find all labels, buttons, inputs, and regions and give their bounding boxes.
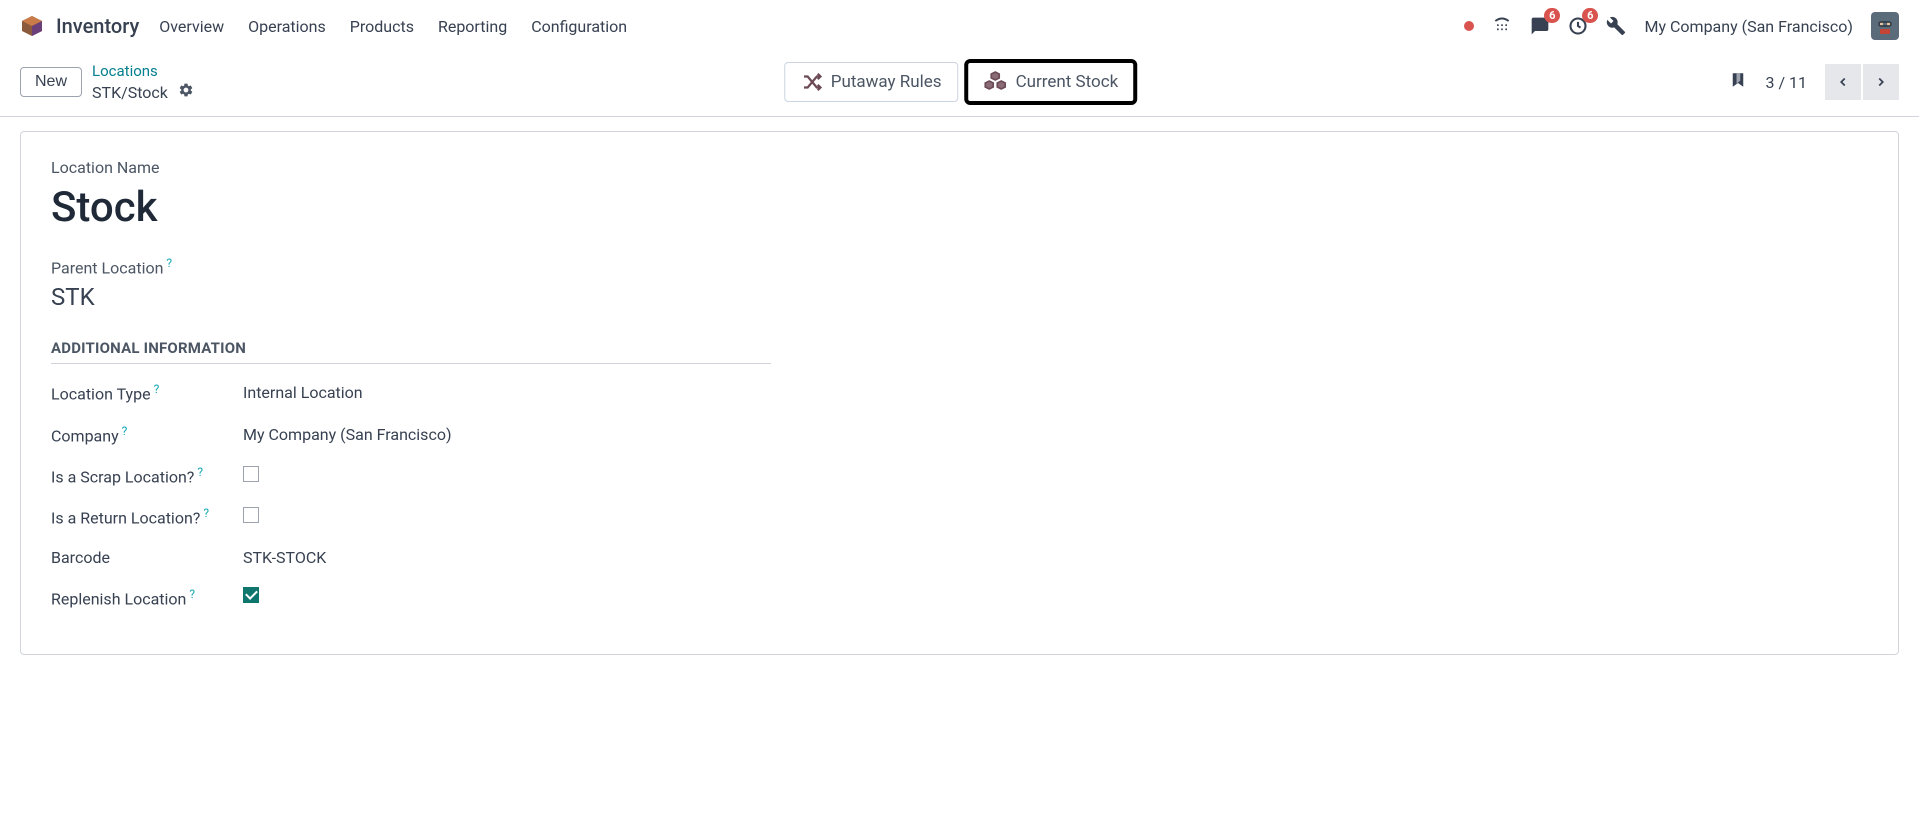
nav-item-configuration[interactable]: Configuration	[531, 17, 627, 36]
app-title[interactable]: Inventory	[56, 14, 139, 38]
location-type-value[interactable]: Internal Location	[243, 383, 363, 402]
help-icon[interactable]: ?	[154, 382, 160, 396]
apps-icon[interactable]	[1492, 16, 1512, 36]
tools-icon[interactable]	[1606, 16, 1626, 36]
help-icon[interactable]: ?	[203, 506, 209, 520]
return-location-checkbox[interactable]	[243, 507, 259, 523]
putaway-rules-label: Putaway Rules	[831, 72, 942, 92]
top-nav: Inventory Overview Operations Products R…	[0, 0, 1919, 52]
messages-icon[interactable]: 6	[1530, 16, 1550, 36]
putaway-rules-button[interactable]: Putaway Rules	[784, 62, 959, 102]
pager-prev-button[interactable]	[1825, 64, 1861, 100]
pager-text[interactable]: 3 / 11	[1765, 73, 1807, 92]
pager-next-button[interactable]	[1863, 64, 1899, 100]
parent-location-value[interactable]: STK	[51, 283, 1868, 311]
company-label: Company?	[51, 424, 243, 445]
chevron-right-icon	[1874, 75, 1888, 89]
breadcrumb-parent[interactable]: Locations	[92, 62, 194, 80]
scrap-location-label: Is a Scrap Location??	[51, 465, 243, 486]
company-selector[interactable]: My Company (San Francisco)	[1644, 17, 1853, 36]
nav-item-overview[interactable]: Overview	[159, 17, 224, 36]
current-stock-button[interactable]: Current Stock	[967, 61, 1136, 103]
right-controls: 3 / 11	[1729, 64, 1899, 100]
new-button[interactable]: New	[20, 67, 82, 97]
current-stock-label: Current Stock	[1016, 72, 1119, 92]
help-icon[interactable]: ?	[122, 424, 128, 438]
shuffle-icon	[801, 71, 823, 93]
nav-item-products[interactable]: Products	[350, 17, 414, 36]
nav-menu: Overview Operations Products Reporting C…	[159, 17, 627, 36]
breadcrumb-current: STK/Stock	[92, 83, 168, 102]
help-icon[interactable]: ?	[197, 465, 203, 479]
activities-icon[interactable]: 6	[1568, 16, 1588, 36]
app-logo-icon	[20, 14, 44, 38]
replenish-location-checkbox[interactable]	[243, 587, 259, 603]
nav-item-operations[interactable]: Operations	[248, 17, 326, 36]
help-icon[interactable]: ?	[166, 256, 172, 270]
section-additional-info: ADDITIONAL INFORMATION	[51, 339, 771, 364]
help-icon[interactable]: ?	[189, 587, 195, 601]
bookmark-icon[interactable]	[1729, 69, 1747, 95]
control-bar: New Locations STK/Stock Putaway Rules Cu…	[0, 52, 1919, 117]
scrap-location-checkbox[interactable]	[243, 466, 259, 482]
activities-badge: 6	[1582, 8, 1598, 23]
gear-icon[interactable]	[178, 82, 194, 102]
replenish-location-label: Replenish Location?	[51, 587, 243, 608]
location-name-value[interactable]: Stock	[51, 183, 1868, 232]
nav-item-reporting[interactable]: Reporting	[438, 17, 507, 36]
nav-right: 6 6 My Company (San Francisco)	[1464, 12, 1899, 40]
location-name-label: Location Name	[51, 158, 1868, 177]
user-avatar[interactable]	[1871, 12, 1899, 40]
form-sheet: Location Name Stock Parent Location? STK…	[20, 131, 1899, 655]
chevron-left-icon	[1836, 75, 1850, 89]
boxes-icon	[984, 70, 1008, 94]
return-location-label: Is a Return Location??	[51, 506, 243, 527]
stat-buttons: Putaway Rules Current Stock	[784, 61, 1136, 103]
breadcrumb: Locations STK/Stock	[92, 62, 194, 102]
parent-location-label: Parent Location?	[51, 256, 1868, 277]
barcode-label: Barcode	[51, 548, 243, 567]
location-type-label: Location Type?	[51, 382, 243, 403]
barcode-value[interactable]: STK-STOCK	[243, 548, 326, 567]
company-value[interactable]: My Company (San Francisco)	[243, 425, 452, 444]
status-dot-icon	[1464, 21, 1474, 31]
messages-badge: 6	[1544, 8, 1560, 23]
